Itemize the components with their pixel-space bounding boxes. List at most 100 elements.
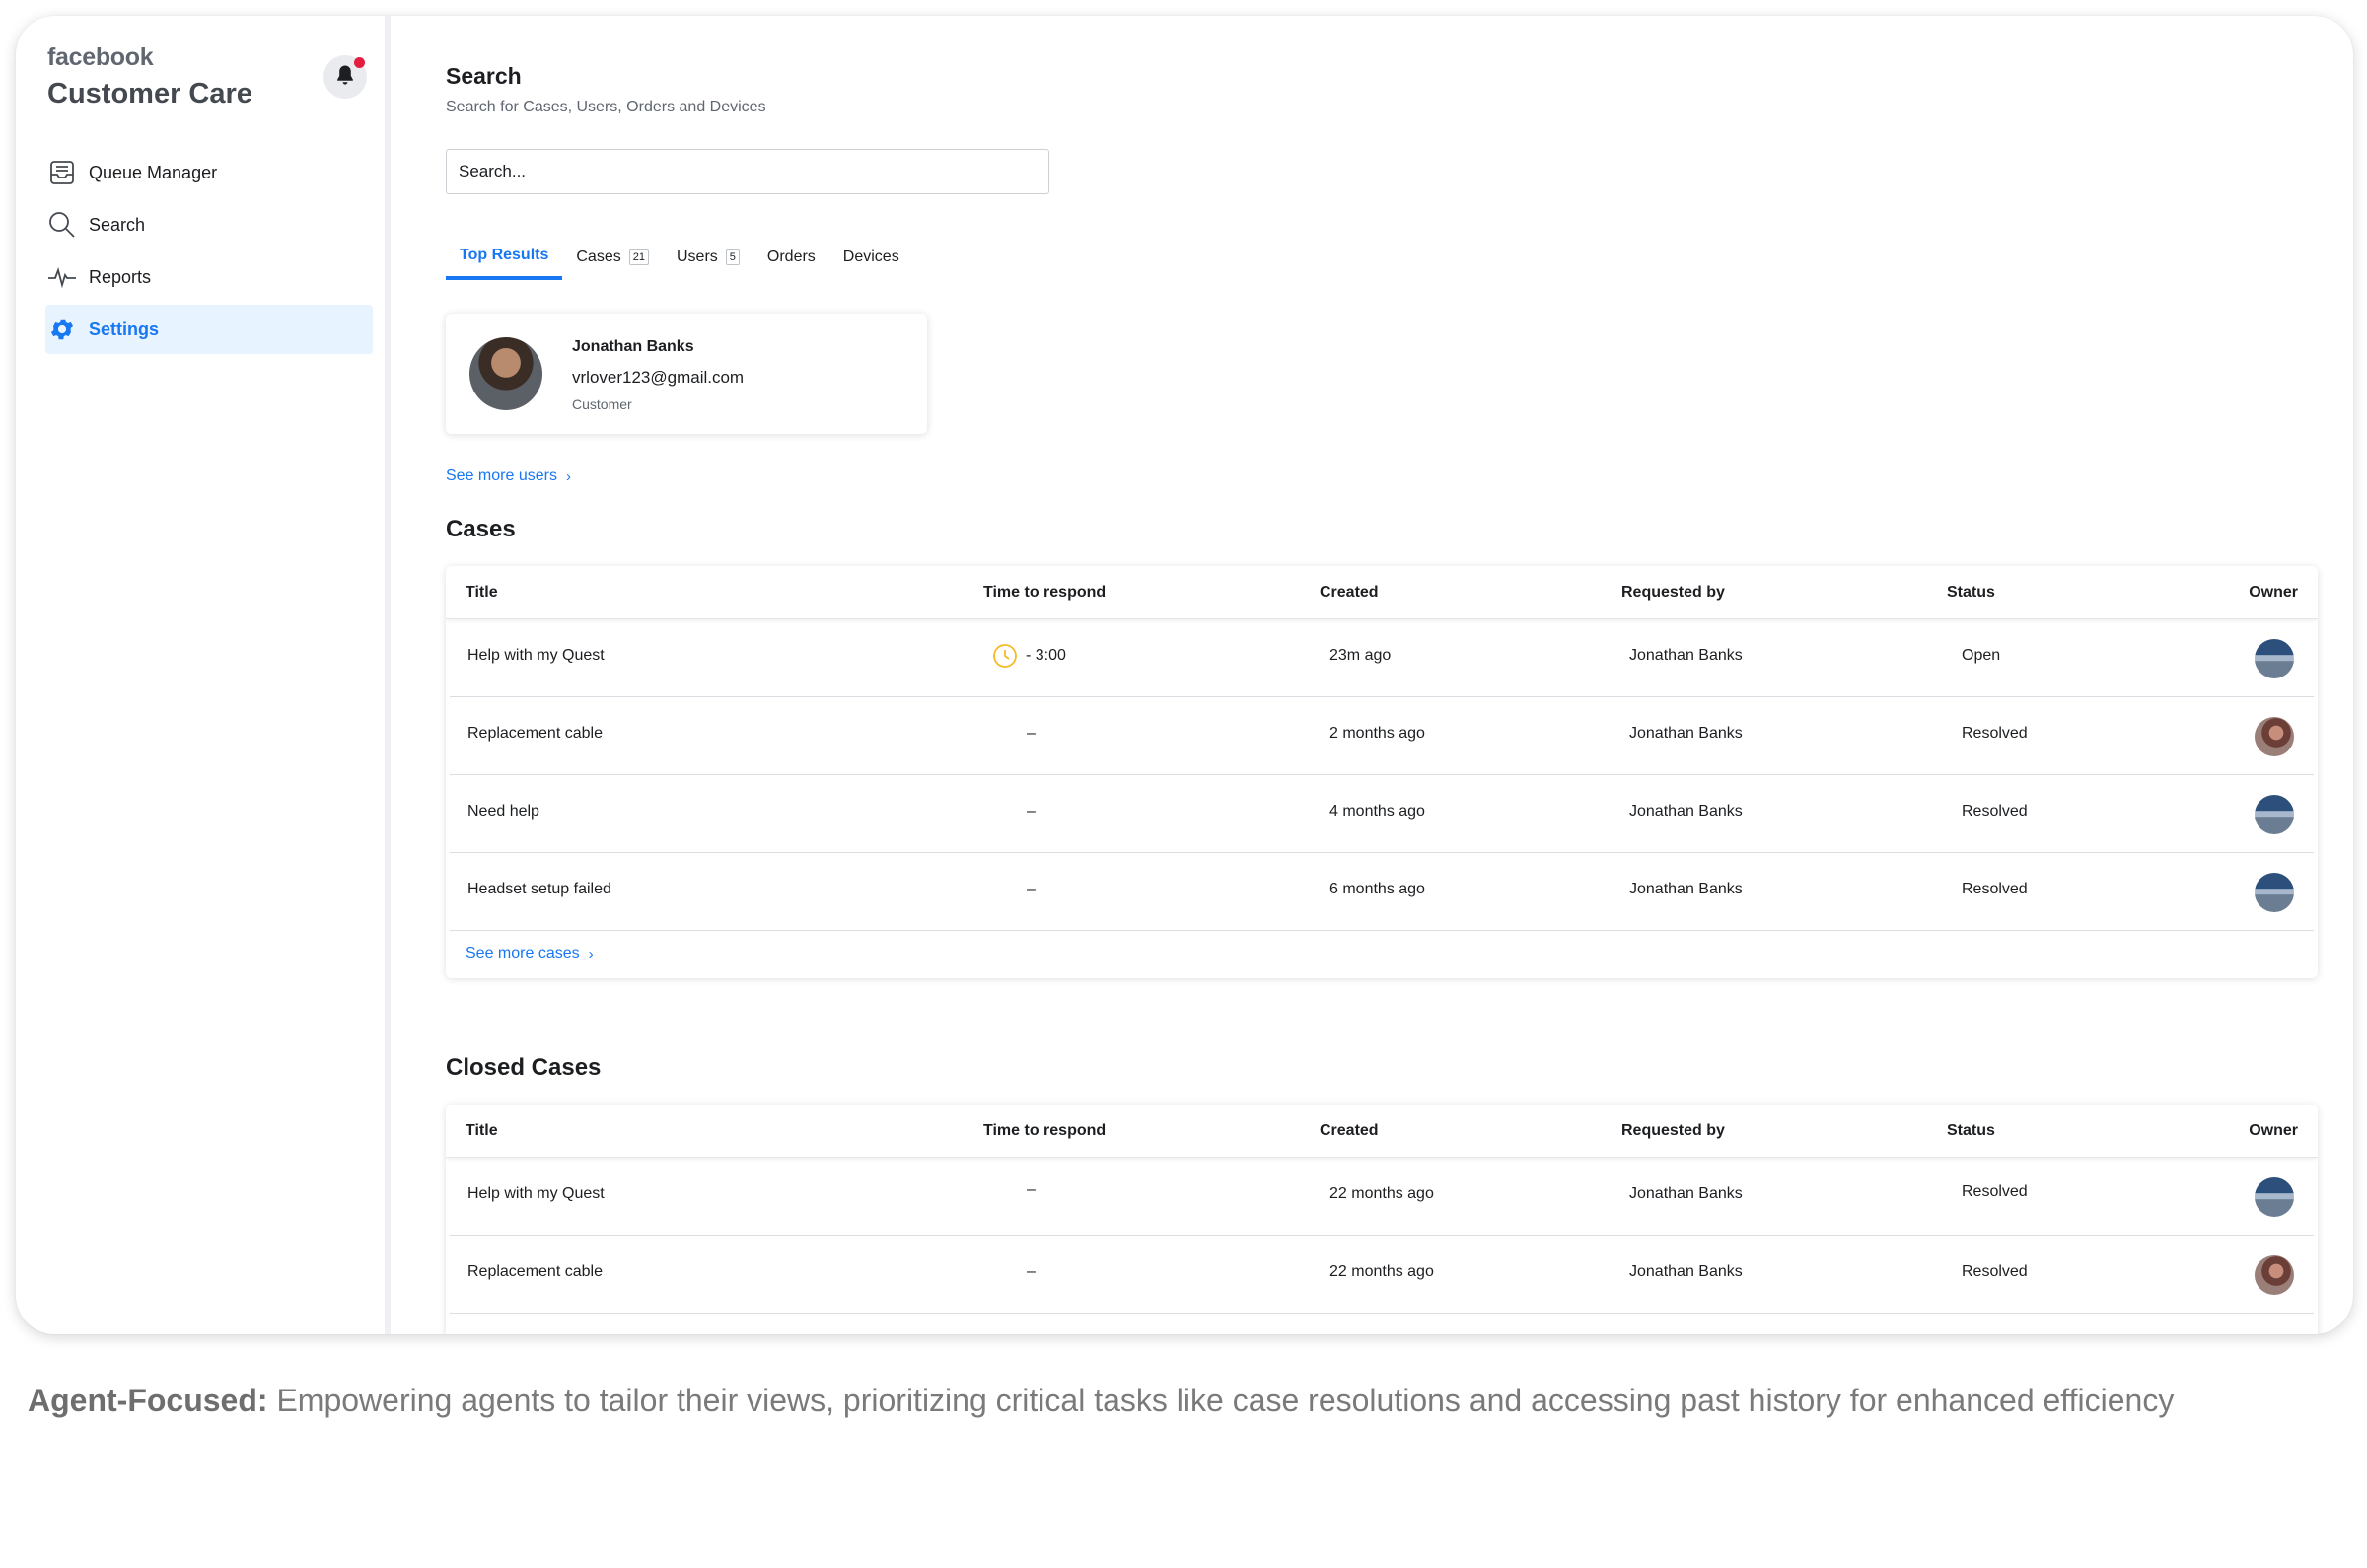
owner-avatar[interactable] [2255,717,2294,756]
notification-dot [354,57,365,68]
cases-table: Title Time to respond Created Requested … [446,566,2318,978]
brand: facebook Customer Care [47,43,252,110]
avatar [469,337,542,410]
col-created: Created [1320,1122,1379,1139]
user-name: Jonathan Banks [572,338,694,355]
sidebar-item-label: Settings [89,319,160,339]
table-row[interactable]: Replacement cable – 2 months ago Jonatha… [450,697,2314,775]
notifications-button[interactable] [323,55,367,99]
caption-lead: Agent-Focused: [28,1383,268,1418]
status-value: Resolved [1962,725,2028,742]
tab-label: Top Results [460,247,549,263]
tab-count-badge: 21 [628,249,649,265]
col-status: Status [1947,584,1995,601]
col-owner: Owner [2249,1122,2298,1139]
page-title: Search [446,63,522,89]
requested-by-value: Jonathan Banks [1629,1263,1743,1280]
pulse-icon [47,262,77,292]
search-icon [47,210,77,240]
sidebar-item-queue-manager[interactable]: Queue Manager [45,148,373,197]
sidebar-item-label: Search [89,214,146,235]
tab-users[interactable]: Users 5 [663,235,753,280]
created-value: 4 months ago [1329,803,1425,820]
brand-company: facebook [47,43,154,71]
col-title: Title [466,1122,498,1139]
link-label: See more users [446,467,557,484]
col-time-to-respond: Time to respond [983,584,1107,601]
sidebar-item-reports[interactable]: Reports [45,252,373,302]
tab-label: Orders [766,249,816,265]
caption-text: Empowering agents to tailor their views,… [276,1383,2175,1418]
created-value: 2 months ago [1329,725,1425,742]
requested-by-value: Jonathan Banks [1629,803,1743,820]
status-value: Resolved [1962,881,2028,897]
sidebar-item-label: Queue Manager [89,162,218,182]
col-requested-by: Requested by [1621,1122,1725,1139]
table-row[interactable]: Replacement cable – 22 months ago Jonath… [450,1236,2314,1314]
clock-icon [992,643,1018,669]
owner-avatar[interactable] [2255,873,2294,912]
status-value: Resolved [1962,1183,2028,1200]
tab-cases[interactable]: Cases 21 [562,235,663,280]
col-owner: Owner [2249,584,2298,601]
search-input[interactable] [446,149,1049,194]
requested-by-value: Jonathan Banks [1629,1185,1743,1202]
owner-avatar[interactable] [2255,639,2294,678]
result-tabs: Top Results Cases 21 Users 5 Orders Devi… [446,235,913,284]
case-title: Headset setup failed [467,881,611,897]
bell-icon [333,63,357,92]
gear-icon [47,315,77,344]
table-header: Title Time to respond Created Requested … [446,566,2318,619]
created-value: 6 months ago [1329,881,1425,897]
owner-avatar[interactable] [2255,1177,2294,1217]
sidebar: facebook Customer Care Queue Manager Sea… [16,16,391,1334]
main-content: Search Search for Cases, Users, Orders a… [430,16,2353,1334]
closed-cases-section-title: Closed Cases [446,1054,602,1081]
chevron-right-icon: › [565,467,571,485]
user-result-card[interactable]: Jonathan Banks vrlover123@gmail.com Cust… [446,314,927,434]
tab-orders[interactable]: Orders [753,235,829,280]
col-time-to-respond: Time to respond [983,1122,1107,1139]
brand-product: Customer Care [47,78,252,109]
see-more-users-link[interactable]: See more users › [446,467,571,485]
see-more-cases-link[interactable]: See more cases › [466,945,594,962]
user-role: Customer [572,396,632,412]
time-value: – [1027,1263,1036,1280]
cases-section-title: Cases [446,516,516,542]
owner-avatar[interactable] [2255,1255,2294,1295]
case-title: Replacement cable [467,725,603,742]
case-title: Help with my Quest [467,1185,605,1202]
caption: Agent-Focused: Empowering agents to tail… [28,1383,2174,1419]
time-value: - 3:00 [1026,647,1066,664]
created-value: 22 months ago [1329,1185,1434,1202]
time-value: – [1027,803,1036,820]
tab-devices[interactable]: Devices [829,235,913,280]
sidebar-item-search[interactable]: Search [45,200,373,249]
requested-by-value: Jonathan Banks [1629,725,1743,742]
sidebar-item-settings[interactable]: Settings [45,305,373,354]
created-value: 22 months ago [1329,1263,1434,1280]
col-requested-by: Requested by [1621,584,1725,601]
case-title: Help with my Quest [467,647,605,664]
col-created: Created [1320,584,1379,601]
requested-by-value: Jonathan Banks [1629,647,1743,664]
status-value: Open [1962,647,2001,664]
table-header: Title Time to respond Created Requested … [446,1105,2318,1158]
status-value: Resolved [1962,1263,2028,1280]
table-row[interactable]: Help with my Quest - 3:00 23m ago Jonath… [450,619,2314,697]
time-value: – [1027,1181,1036,1198]
owner-avatar[interactable] [2255,795,2294,834]
tab-count-badge: 5 [725,249,740,265]
table-row[interactable]: Help with my Quest – 22 months ago Jonat… [450,1158,2314,1236]
table-row[interactable]: Headset setup failed – 6 months ago Jona… [450,853,2314,931]
tab-label: Cases [576,249,621,265]
requested-by-value: Jonathan Banks [1629,881,1743,897]
tab-top-results[interactable]: Top Results [446,235,563,280]
sidebar-nav: Queue Manager Search Reports Settings [45,148,373,357]
user-email: vrlover123@gmail.com [572,368,745,387]
table-row[interactable]: Need help – 4 months ago Jonathan Banks … [450,775,2314,853]
link-label: See more cases [466,945,580,962]
time-to-respond: - 3:00 [992,643,1066,669]
case-title: Need help [467,803,539,820]
tab-label: Devices [842,249,899,265]
